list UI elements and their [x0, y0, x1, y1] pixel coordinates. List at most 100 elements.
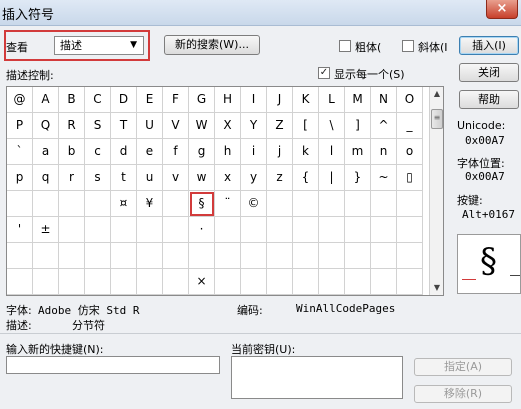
char-cell[interactable]: b: [59, 139, 85, 165]
char-cell[interactable]: F: [163, 87, 189, 113]
char-cell[interactable]: r: [59, 165, 85, 191]
char-cell[interactable]: p: [7, 165, 33, 191]
current-key-list[interactable]: [231, 356, 403, 399]
char-cell[interactable]: J: [267, 87, 293, 113]
char-cell[interactable]: [111, 243, 137, 269]
char-cell[interactable]: y: [241, 165, 267, 191]
char-cell[interactable]: [163, 243, 189, 269]
char-cell[interactable]: [241, 243, 267, 269]
char-cell[interactable]: _: [397, 113, 423, 139]
char-cell[interactable]: I: [241, 87, 267, 113]
char-cell[interactable]: [33, 243, 59, 269]
char-cell[interactable]: [319, 217, 345, 243]
char-cell[interactable]: q: [33, 165, 59, 191]
char-cell[interactable]: v: [163, 165, 189, 191]
scroll-down-icon[interactable]: ▼: [430, 281, 444, 295]
char-cell[interactable]: `: [7, 139, 33, 165]
char-cell[interactable]: [345, 243, 371, 269]
char-cell[interactable]: [7, 243, 33, 269]
char-cell[interactable]: ×: [189, 269, 215, 295]
char-cell[interactable]: ~: [371, 165, 397, 191]
bold-checkbox[interactable]: [339, 40, 351, 52]
char-cell[interactable]: [371, 269, 397, 295]
char-cell[interactable]: [215, 243, 241, 269]
char-cell[interactable]: M: [345, 87, 371, 113]
char-cell[interactable]: |: [319, 165, 345, 191]
char-cell[interactable]: ¤: [111, 191, 137, 217]
char-cell[interactable]: [293, 243, 319, 269]
char-cell[interactable]: [319, 243, 345, 269]
char-cell[interactable]: X: [215, 113, 241, 139]
char-cell[interactable]: [163, 217, 189, 243]
char-cell[interactable]: Z: [267, 113, 293, 139]
char-cell[interactable]: [111, 269, 137, 295]
char-cell[interactable]: ]: [345, 113, 371, 139]
char-cell[interactable]: [85, 217, 111, 243]
char-cell[interactable]: E: [137, 87, 163, 113]
char-cell[interactable]: [319, 269, 345, 295]
char-cell[interactable]: ¨: [215, 191, 241, 217]
char-cell[interactable]: [345, 191, 371, 217]
char-cell[interactable]: K: [293, 87, 319, 113]
char-cell[interactable]: {: [293, 165, 319, 191]
char-cell[interactable]: [397, 217, 423, 243]
char-cell[interactable]: [7, 191, 33, 217]
char-cell[interactable]: [137, 243, 163, 269]
window-close-button[interactable]: ×: [486, 0, 518, 19]
shortcut-input[interactable]: [6, 356, 220, 374]
char-cell[interactable]: [85, 243, 111, 269]
char-cell[interactable]: T: [111, 113, 137, 139]
char-cell[interactable]: [137, 217, 163, 243]
char-cell[interactable]: [371, 217, 397, 243]
char-cell[interactable]: L: [319, 87, 345, 113]
char-cell[interactable]: f: [163, 139, 189, 165]
char-cell[interactable]: U: [137, 113, 163, 139]
char-cell[interactable]: [137, 269, 163, 295]
char-cell[interactable]: w: [189, 165, 215, 191]
insert-button[interactable]: 插入(I): [459, 36, 519, 55]
assign-button[interactable]: 指定(A): [414, 358, 512, 376]
char-cell[interactable]: ': [7, 217, 33, 243]
char-cell[interactable]: N: [371, 87, 397, 113]
char-cell[interactable]: G: [189, 87, 215, 113]
char-cell[interactable]: ±: [33, 217, 59, 243]
close-button[interactable]: 关闭: [459, 63, 519, 82]
char-cell[interactable]: [293, 191, 319, 217]
char-cell[interactable]: ¥: [137, 191, 163, 217]
char-cell[interactable]: [163, 269, 189, 295]
char-cell[interactable]: o: [397, 139, 423, 165]
char-cell[interactable]: W: [189, 113, 215, 139]
char-cell[interactable]: C: [85, 87, 111, 113]
char-cell[interactable]: [215, 217, 241, 243]
char-cell[interactable]: [59, 217, 85, 243]
char-cell[interactable]: l: [319, 139, 345, 165]
new-search-button[interactable]: 新的搜索(W)...: [164, 35, 260, 55]
char-cell[interactable]: [33, 269, 59, 295]
char-cell[interactable]: j: [267, 139, 293, 165]
char-cell[interactable]: }: [345, 165, 371, 191]
char-cell[interactable]: [59, 191, 85, 217]
char-cell[interactable]: g: [189, 139, 215, 165]
char-cell[interactable]: n: [371, 139, 397, 165]
char-cell[interactable]: ▯: [397, 165, 423, 191]
char-cell[interactable]: [345, 217, 371, 243]
char-cell[interactable]: d: [111, 139, 137, 165]
char-cell[interactable]: [241, 217, 267, 243]
char-cell[interactable]: a: [33, 139, 59, 165]
char-cell[interactable]: [59, 243, 85, 269]
char-cell[interactable]: [111, 217, 137, 243]
char-cell[interactable]: [267, 269, 293, 295]
char-cell[interactable]: i: [241, 139, 267, 165]
char-cell[interactable]: ^: [371, 113, 397, 139]
char-cell[interactable]: [163, 191, 189, 217]
char-cell[interactable]: [267, 243, 293, 269]
char-cell[interactable]: Q: [33, 113, 59, 139]
char-cell[interactable]: [85, 191, 111, 217]
char-cell[interactable]: [215, 269, 241, 295]
char-cell[interactable]: [293, 269, 319, 295]
scroll-thumb[interactable]: ≡: [431, 109, 443, 129]
char-cell[interactable]: \: [319, 113, 345, 139]
char-cell[interactable]: [: [293, 113, 319, 139]
char-cell[interactable]: x: [215, 165, 241, 191]
char-cell[interactable]: H: [215, 87, 241, 113]
